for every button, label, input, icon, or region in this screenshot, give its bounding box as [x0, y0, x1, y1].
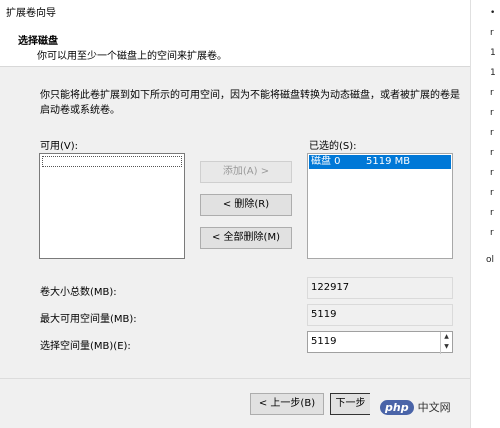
watermark: php 中文网 [380, 399, 451, 415]
watermark-text: 中文网 [417, 401, 451, 414]
spin-down-icon[interactable]: ▼ [441, 342, 452, 352]
select-space-spinbox[interactable]: 5119 ▲ ▼ [307, 331, 453, 354]
edge-char: ol [486, 255, 495, 265]
remove-all-button[interactable]: < 全部删除(M) [200, 227, 292, 249]
max-space-field: 5119 [307, 304, 453, 326]
description-text: 你只能将此卷扩展到如下所示的可用空间，因为不能将磁盘转换为动态磁盘，或者被扩展的… [40, 90, 460, 116]
list-item[interactable]: 磁盘 0 5119 MB [309, 155, 451, 169]
edge-char: 1 [490, 48, 496, 58]
window-title: 扩展卷向导 [6, 8, 56, 19]
add-button[interactable]: 添加(A) > [200, 161, 292, 183]
edge-char: r [490, 28, 494, 38]
available-label: 可用(V): [40, 141, 79, 152]
back-button[interactable]: < 上一步(B) [250, 393, 324, 415]
disk-name: 磁盘 0 [311, 156, 341, 167]
header-subtitle: 你可以用至少一个磁盘上的空间来扩展卷。 [37, 51, 227, 62]
next-button[interactable]: 下一步 [330, 393, 370, 415]
edge-char: r [490, 148, 494, 158]
max-space-label: 最大可用空间量(MB): [40, 314, 137, 325]
edge-char: r [490, 88, 494, 98]
edge-char: r [490, 108, 494, 118]
select-space-label: 选择空间量(MB)(E): [40, 341, 131, 352]
edge-char: • [490, 8, 496, 18]
selected-label: 已选的(S): [309, 141, 357, 152]
selected-disk-list[interactable]: 磁盘 0 5119 MB [307, 153, 453, 259]
wizard-header: 选择磁盘 你可以用至少一个磁盘上的空间来扩展卷。 [0, 20, 470, 67]
spin-buttons: ▲ ▼ [440, 332, 452, 354]
remove-button[interactable]: < 删除(R) [200, 194, 292, 216]
focus-rectangle [42, 156, 182, 167]
total-size-field: 122917 [307, 277, 453, 299]
select-space-value: 5119 [311, 336, 337, 347]
header-title: 选择磁盘 [18, 36, 58, 47]
edge-char: r [490, 188, 494, 198]
available-disk-list[interactable] [39, 153, 185, 259]
edge-char: 1 [490, 68, 496, 78]
disk-size: 5119 MB [366, 156, 411, 167]
footer-divider [0, 378, 470, 379]
total-size-label: 卷大小总数(MB): [40, 287, 117, 298]
spin-up-icon[interactable]: ▲ [441, 332, 452, 342]
background-window-edge [470, 0, 500, 428]
edge-char: r [490, 208, 494, 218]
edge-char: r [490, 168, 494, 178]
edge-char: r [490, 128, 494, 138]
title-bar: 扩展卷向导 [0, 0, 470, 20]
watermark-logo: php [380, 400, 414, 415]
edge-char: r [490, 228, 494, 238]
